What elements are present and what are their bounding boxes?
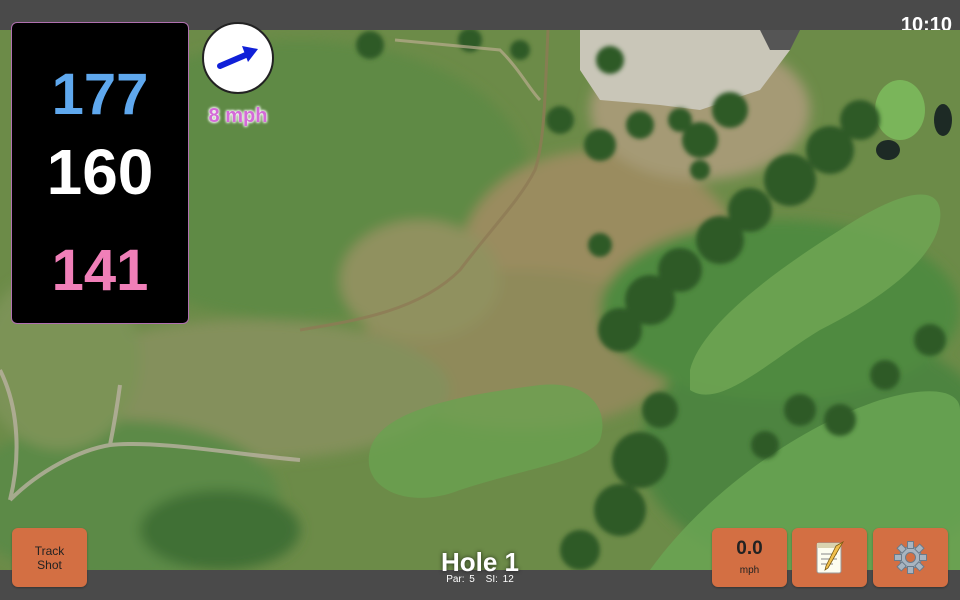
front-yardage: 141 (51, 238, 149, 303)
settings-button[interactable] (873, 528, 948, 587)
wind-arrow-icon (217, 46, 258, 69)
notepad-icon (816, 540, 845, 574)
wind-speed: 8 mph (208, 105, 268, 127)
hole-info: Hole 1 Par: 5 SI: 12 (380, 548, 580, 585)
track-shot-button[interactable]: Track Shot (12, 528, 87, 587)
notes-button[interactable] (792, 528, 867, 587)
wind-indicator (202, 22, 274, 94)
track-shot-label-line1: Track (34, 544, 65, 558)
yardage-panel: 177 160 141 (11, 22, 189, 324)
speed-unit: mph (739, 565, 760, 576)
speed-button[interactable]: 0.0 mph (712, 528, 787, 587)
hole-details: Par: 5 SI: 12 (380, 574, 580, 585)
track-shot-label-line2: Shot (37, 558, 62, 572)
hole-title: Hole 1 (440, 547, 520, 577)
speed-value: 0.0 (736, 538, 763, 559)
hole-stroke-index: SI: 12 (485, 574, 514, 585)
middle-yardage: 160 (46, 136, 154, 208)
back-yardage: 177 (51, 62, 149, 127)
gear-icon (894, 541, 927, 574)
hole-par: Par: 5 (446, 574, 475, 585)
